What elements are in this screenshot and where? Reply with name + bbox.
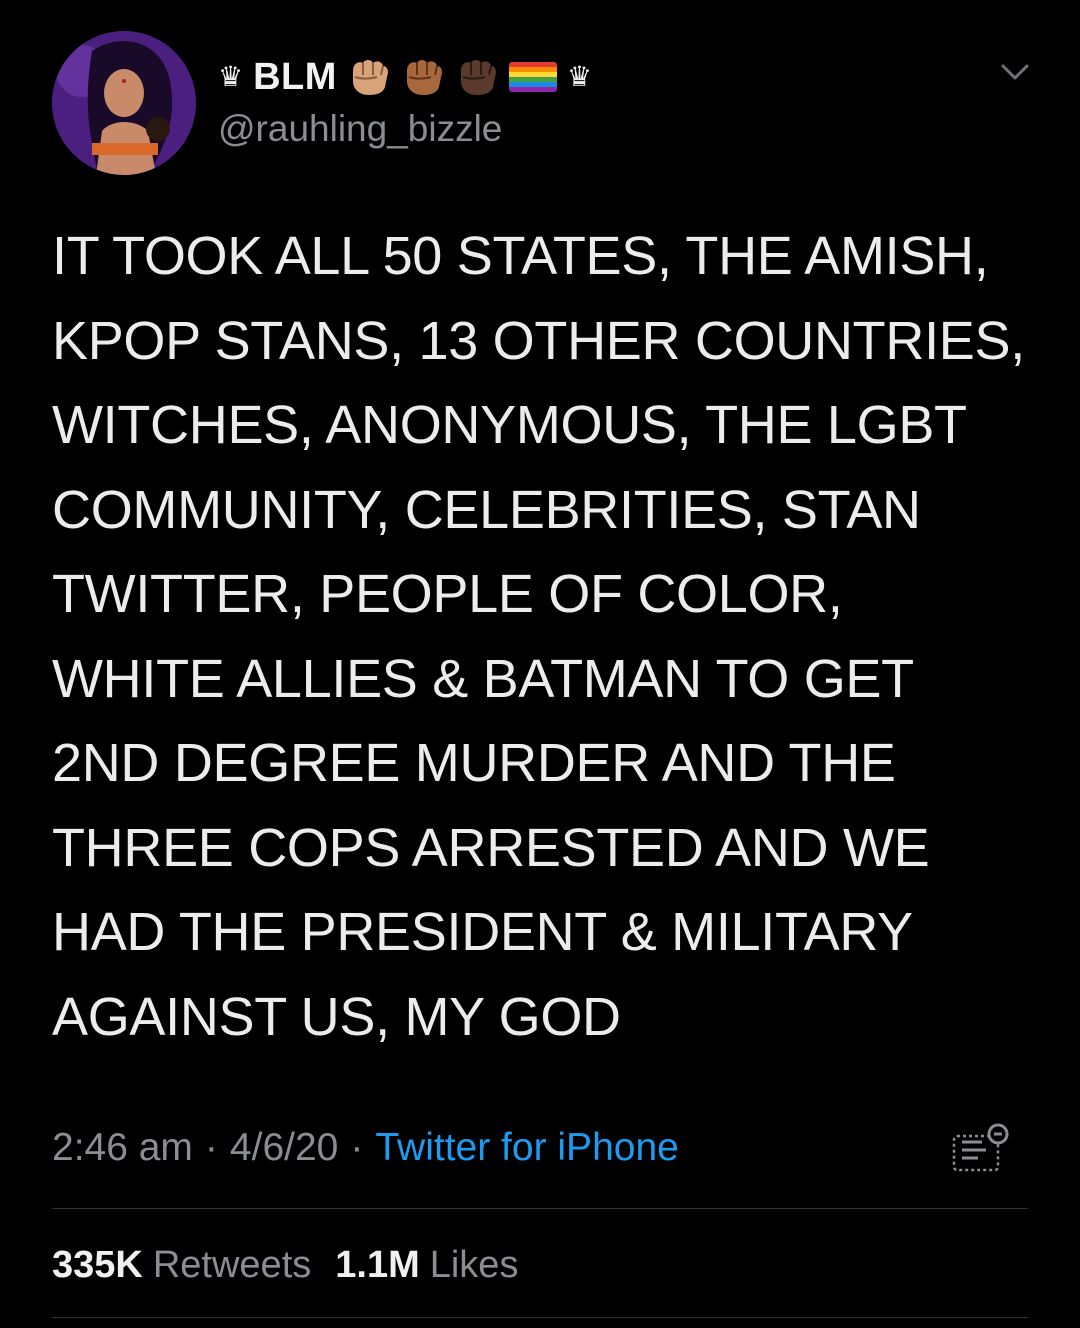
avatar-illustration-icon xyxy=(52,31,196,175)
rainbow-flag-icon xyxy=(508,62,557,92)
tweet-date[interactable]: 4/6/20 xyxy=(230,1126,338,1170)
retweets-label[interactable]: Retweets xyxy=(153,1244,311,1287)
meta-separator: · xyxy=(350,1126,364,1169)
tweet-text-line: WHITE ALLIES & BATMAN TO GET xyxy=(52,648,914,709)
raised-fist-dark-icon xyxy=(460,60,496,95)
meta-separator: · xyxy=(204,1126,218,1169)
tweet-stats: 335K Retweets 1.1M Likes xyxy=(52,1240,542,1290)
divider xyxy=(52,1317,1028,1318)
likes-label[interactable]: Likes xyxy=(430,1244,519,1287)
tweet-text-line: IT TOOK ALL 50 STATES, THE AMISH, xyxy=(52,226,989,286)
tweet-text-line: WITCHES, ANONYMOUS, THE LGBT xyxy=(52,395,967,455)
raised-fist-medium-light-icon xyxy=(352,60,388,95)
tweet-text-line: COMMUNITY, CELEBRITIES, STAN xyxy=(52,479,921,540)
tweet-text-line: HAD THE PRESIDENT & MILITARY xyxy=(52,902,913,962)
display-name[interactable]: BLM xyxy=(253,56,337,99)
tweet-source-link[interactable]: Twitter for iPhone xyxy=(375,1126,678,1170)
user-handle[interactable]: @rauhling_bizzle xyxy=(218,108,502,150)
crown-icon: ♛ xyxy=(566,61,593,92)
tweet-meta: 2:46 am · 4/6/20 · Twitter for iPhone xyxy=(52,1122,679,1174)
chevron-down-icon[interactable] xyxy=(1000,62,1030,82)
likes-count[interactable]: 1.1M xyxy=(335,1244,419,1287)
tweet-text-line: THREE COPS ARRESTED AND WE xyxy=(52,817,930,878)
raised-fist-medium-icon xyxy=(406,60,442,95)
tweet-detail: ♛ BLM ♛ @rauhling_bizzle IT TOOK ALL 50 … xyxy=(0,0,1080,1328)
name-row: ♛ BLM ♛ xyxy=(218,52,592,102)
tweet-text-line: AGAINST US, MY GOD xyxy=(52,986,621,1047)
retweets-count[interactable]: 335K xyxy=(52,1244,143,1287)
divider xyxy=(52,1208,1028,1209)
tweet-analytics-icon[interactable] xyxy=(952,1122,1012,1174)
avatar[interactable] xyxy=(52,31,196,175)
tweet-text: IT TOOK ALL 50 STATES, THE AMISH, KPOP S… xyxy=(52,214,1052,1059)
tweet-time[interactable]: 2:46 am xyxy=(52,1126,193,1170)
crown-icon: ♛ xyxy=(218,61,244,92)
tweet-text-line: KPOP STANS, 13 OTHER COUNTRIES, xyxy=(52,310,1025,371)
tweet-text-line: 2ND DEGREE MURDER AND THE xyxy=(52,733,896,793)
tweet-text-line: TWITTER, PEOPLE OF COLOR, xyxy=(52,564,843,624)
